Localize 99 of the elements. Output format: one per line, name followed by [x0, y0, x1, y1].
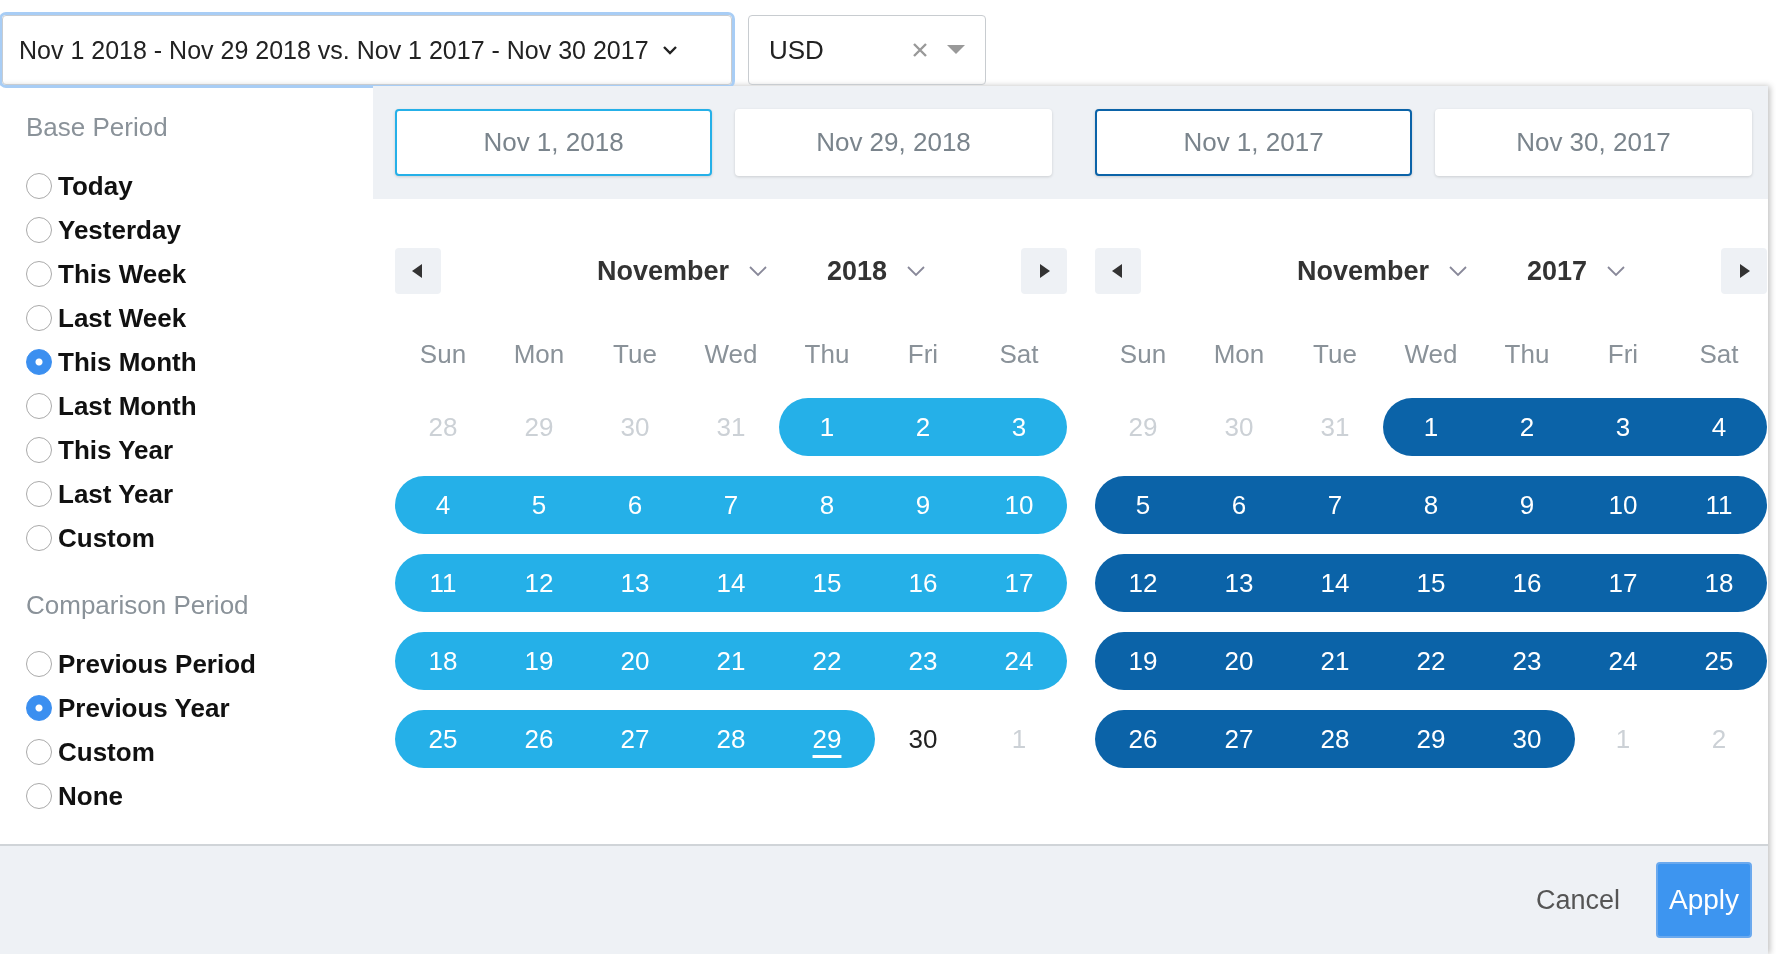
weekday-label: Mon: [512, 338, 566, 370]
day-cell[interactable]: 18: [1671, 554, 1767, 612]
day-cell[interactable]: 17: [1575, 554, 1671, 612]
chevron-down-icon: [1607, 265, 1626, 277]
year-select[interactable]: 2017: [1527, 255, 1588, 287]
radio-button[interactable]: [26, 525, 52, 551]
triangle-right-icon: [1738, 264, 1750, 278]
radio-button[interactable]: [26, 695, 52, 721]
weekday-label: Tue: [1312, 338, 1358, 370]
date-field[interactable]: Nov 1, 2017: [1095, 109, 1412, 176]
chevron-down-icon: [660, 44, 679, 56]
weekday-label: Thu: [1503, 338, 1551, 370]
day-cell[interactable]: 1: [1383, 398, 1479, 456]
day-cell[interactable]: 20: [1191, 632, 1287, 690]
day-cell[interactable]: 13: [1191, 554, 1287, 612]
radio-label[interactable]: Custom: [58, 736, 155, 768]
radio-label[interactable]: Custom: [58, 522, 155, 554]
day-cell[interactable]: 25: [1671, 632, 1767, 690]
radio-label[interactable]: Last Month: [58, 390, 197, 422]
day-cell[interactable]: 4: [1671, 398, 1767, 456]
day-cell[interactable]: 12: [1095, 554, 1191, 612]
radio-button[interactable]: [26, 481, 52, 507]
radio-button[interactable]: [26, 349, 52, 375]
radio-button[interactable]: [26, 217, 52, 243]
triangle-right-icon: [1038, 264, 1050, 278]
day-cell[interactable]: 8: [1383, 476, 1479, 534]
triangle-left-icon: [1112, 264, 1124, 278]
radio-button[interactable]: [26, 739, 52, 765]
day-cell[interactable]: 28: [1287, 710, 1383, 768]
radio-button[interactable]: [26, 783, 52, 809]
day-cell[interactable]: 26: [1095, 710, 1191, 768]
radio-button[interactable]: [26, 305, 52, 331]
weekday-label: Wed: [703, 338, 759, 370]
chevron-down-icon: [1449, 265, 1467, 277]
weekday-label: Thu: [803, 338, 851, 370]
weekday-label: Fri: [1606, 338, 1640, 370]
radio-label[interactable]: This Month: [58, 346, 197, 378]
day-cell[interactable]: 22: [1383, 632, 1479, 690]
section-title: Comparison Period: [26, 590, 250, 622]
radio-label[interactable]: Previous Period: [58, 648, 256, 680]
weekday-label: Tue: [612, 338, 658, 370]
weekday-label: Wed: [1403, 338, 1459, 370]
day-cell[interactable]: 10: [1575, 476, 1671, 534]
day-cell[interactable]: 30: [1479, 710, 1575, 768]
day-cell[interactable]: 3: [1575, 398, 1671, 456]
day-cell[interactable]: 30: [875, 710, 971, 768]
day-cell[interactable]: 21: [1287, 632, 1383, 690]
radio-label[interactable]: This Year: [58, 434, 174, 466]
weekday-label: Sun: [418, 338, 468, 370]
weekday-label: Fri: [906, 338, 940, 370]
currency-select[interactable]: USD: [748, 15, 986, 85]
month-select[interactable]: November: [596, 255, 729, 287]
caret-down-icon[interactable]: [947, 45, 965, 55]
radio-label[interactable]: Yesterday: [58, 214, 181, 246]
triangle-left-icon: [412, 264, 424, 278]
weekday-label: Sat: [1698, 338, 1740, 370]
radio-button[interactable]: [26, 437, 52, 463]
day-cell[interactable]: 14: [1287, 554, 1383, 612]
date-range-dropdown[interactable]: Nov 1 2018 - Nov 29 2018 vs. Nov 1 2017 - Nov 30 2017: [2, 15, 732, 85]
weekday-label: Sat: [998, 338, 1040, 370]
radio-label[interactable]: None: [58, 780, 123, 812]
cancel-button[interactable]: Cancel: [1529, 883, 1626, 917]
radio-label[interactable]: Last Year: [58, 478, 174, 510]
day-cell[interactable]: 23: [1479, 632, 1575, 690]
radio-label[interactable]: Today: [58, 170, 133, 202]
radio-button[interactable]: [26, 261, 52, 287]
radio-label[interactable]: Last Week: [58, 302, 187, 334]
day-cell[interactable]: 24: [1575, 632, 1671, 690]
day-cell[interactable]: 9: [1479, 476, 1575, 534]
section-title: Base Period: [26, 112, 169, 144]
date-field[interactable]: Nov 30, 2017: [1435, 109, 1752, 176]
chevron-down-icon: [749, 265, 767, 277]
day-cell[interactable]: 16: [1479, 554, 1575, 612]
radio-button[interactable]: [26, 393, 52, 419]
radio-label[interactable]: Previous Year: [58, 692, 230, 724]
month-select[interactable]: November: [1296, 255, 1429, 287]
day-cell[interactable]: 6: [1191, 476, 1287, 534]
clear-icon[interactable]: [911, 41, 929, 59]
chevron-down-icon: [907, 265, 926, 277]
day-cell[interactable]: 7: [1287, 476, 1383, 534]
year-select[interactable]: 2018: [827, 255, 888, 287]
previous-month-button[interactable]: [1095, 248, 1141, 294]
date-field[interactable]: Nov 29, 2018: [735, 109, 1052, 176]
day-cell[interactable]: 29: [1383, 710, 1479, 768]
day-cell[interactable]: 2: [1479, 398, 1575, 456]
radio-button[interactable]: [26, 173, 52, 199]
next-month-button[interactable]: [1721, 248, 1767, 294]
previous-month-button[interactable]: [395, 248, 441, 294]
next-month-button[interactable]: [1021, 248, 1067, 294]
radio-label[interactable]: This Week: [58, 258, 187, 290]
weekday-label: Sun: [1118, 338, 1168, 370]
day-cell[interactable]: 11: [1671, 476, 1767, 534]
day-cell[interactable]: 5: [1095, 476, 1191, 534]
date-field[interactable]: Nov 1, 2018: [395, 109, 712, 176]
day-cell[interactable]: 27: [1191, 710, 1287, 768]
weekday-label: Mon: [1212, 338, 1266, 370]
day-cell[interactable]: 19: [1095, 632, 1191, 690]
day-cell[interactable]: 15: [1383, 554, 1479, 612]
radio-button[interactable]: [26, 651, 52, 677]
